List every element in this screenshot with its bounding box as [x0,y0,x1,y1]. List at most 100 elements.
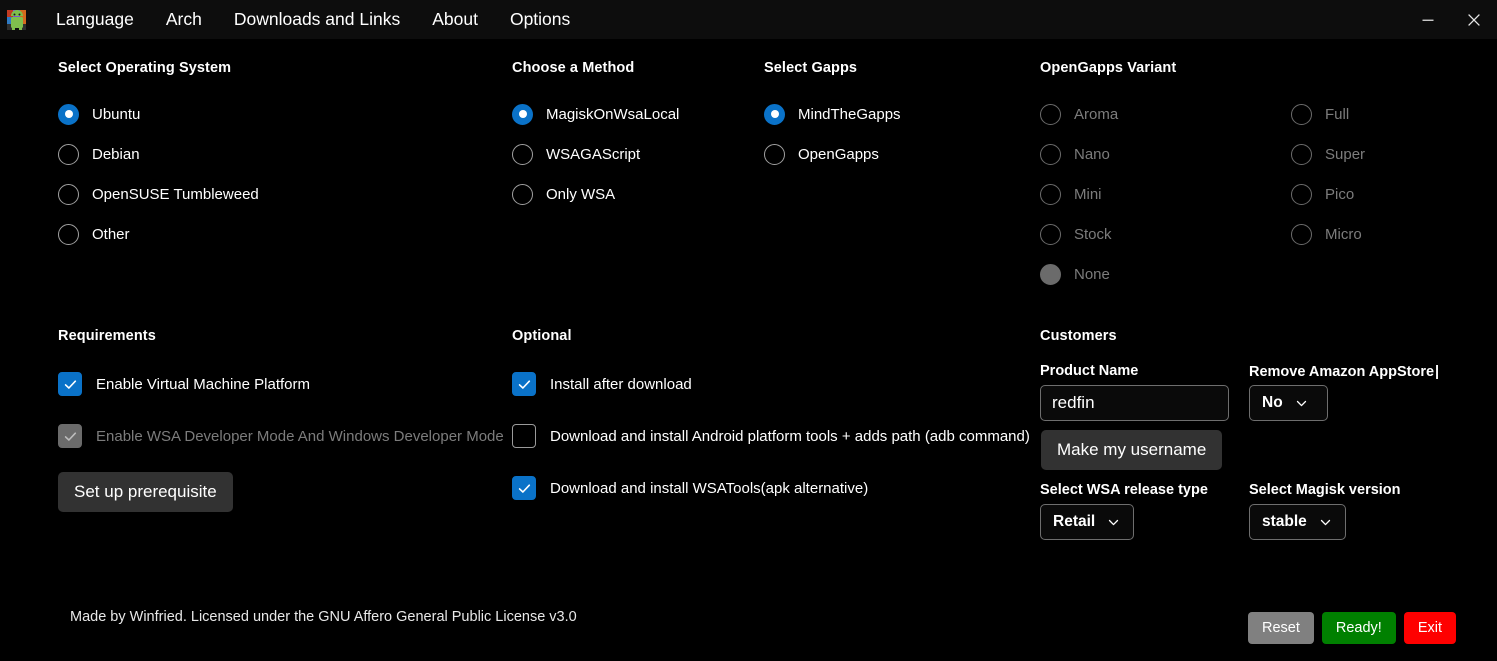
radio-icon-micro [1291,224,1312,245]
radio-icon-mindthegapps [764,104,785,125]
radio-icon-none [1040,264,1061,285]
close-icon [1467,13,1481,27]
radio-option-mini[interactable]: Mini [1040,180,1280,208]
checkbox-icon-enable-virtual-machine-platform [58,372,82,396]
checkbox-label-enable-wsa-developer-mode: Enable WSA Developer Mode And Windows De… [96,428,504,445]
operating-system-title: Select Operating System [58,60,488,76]
operating-system-options: Ubuntu Debian OpenSUSE Tumbleweed Other [58,100,488,248]
radio-label-super: Super [1325,146,1365,163]
radio-icon-debian [58,144,79,165]
menu-item-downloads-and-links[interactable]: Downloads and Links [218,0,416,39]
exit-button[interactable]: Exit [1404,612,1456,644]
product-name-input[interactable] [1040,385,1229,421]
ready-button[interactable]: Ready! [1322,612,1396,644]
radio-option-opensuse-tumbleweed[interactable]: OpenSUSE Tumbleweed [58,180,488,208]
remove-amazon-appstore-label: Remove Amazon AppStore [1249,364,1434,380]
section-optional: Optional Install after download Download… [512,328,1012,500]
menu-item-options[interactable]: Options [494,0,586,39]
radio-option-ubuntu[interactable]: Ubuntu [58,100,488,128]
menu-item-arch[interactable]: Arch [150,0,218,39]
checkbox-label-android-platform-tools: Download and install Android platform to… [550,428,1030,445]
reset-button[interactable]: Reset [1248,612,1314,644]
footer-action-buttons: Reset Ready! Exit [1248,612,1456,644]
checkbox-row-android-platform-tools[interactable]: Download and install Android platform to… [512,424,1012,448]
minimize-button[interactable] [1405,0,1451,39]
checkbox-row-install-after-download[interactable]: Install after download [512,372,1012,396]
method-title: Choose a Method [512,60,752,76]
checkbox-row-enable-wsa-developer-mode[interactable]: Enable WSA Developer Mode And Windows De… [58,424,518,448]
wsa-release-type-label: Select WSA release type [1040,482,1208,498]
radio-option-other[interactable]: Other [58,220,488,248]
radio-option-aroma[interactable]: Aroma [1040,100,1280,128]
product-name-label: Product Name [1040,363,1138,379]
wsa-installer-window: Language Arch Downloads and Links About … [0,0,1497,661]
radio-label-magiskonwsalocal: MagiskOnWsaLocal [546,106,679,123]
magisk-version-label: Select Magisk version [1249,482,1401,498]
section-opengapps-variant: OpenGapps Variant Aroma Nano Mini [1040,60,1480,300]
requirements-checkboxes: Enable Virtual Machine Platform Enable W… [58,372,518,448]
radio-icon-other [58,224,79,245]
checkbox-label-install-after-download: Install after download [550,376,692,393]
radio-option-wsagascript[interactable]: WSAGAScript [512,140,752,168]
wsa-release-type-dropdown[interactable]: Retail [1040,504,1134,540]
radio-option-none[interactable]: None [1040,260,1280,288]
checkbox-icon-wsatools [512,476,536,500]
opengapps-variant-title: OpenGapps Variant [1040,60,1480,76]
wsa-release-type-value: Retail [1053,513,1095,531]
radio-icon-opensuse-tumbleweed [58,184,79,205]
radio-icon-super [1291,144,1312,165]
menu-item-language[interactable]: Language [40,0,150,39]
opengapps-variant-options: Aroma Nano Mini Stock [1040,100,1480,300]
checkbox-icon-android-platform-tools [512,424,536,448]
section-gapps: Select Gapps MindTheGapps OpenGapps [764,60,1004,180]
radio-option-magiskonwsalocal[interactable]: MagiskOnWsaLocal [512,100,752,128]
radio-option-pico[interactable]: Pico [1291,180,1481,208]
chevron-down-icon [1295,397,1308,410]
gapps-options: MindTheGapps OpenGapps [764,100,1004,168]
radio-option-micro[interactable]: Micro [1291,220,1481,248]
chevron-down-icon [1107,516,1120,529]
magisk-version-dropdown[interactable]: stable [1249,504,1346,540]
remove-amazon-appstore-dropdown[interactable]: No [1249,385,1328,421]
menu-item-about[interactable]: About [416,0,494,39]
radio-icon-nano [1040,144,1061,165]
radio-label-ubuntu: Ubuntu [92,106,140,123]
radio-icon-stock [1040,224,1061,245]
radio-option-stock[interactable]: Stock [1040,220,1280,248]
radio-option-nano[interactable]: Nano [1040,140,1280,168]
radio-label-opengapps: OpenGapps [798,146,879,163]
remove-amazon-appstore-label-clipped: | [1435,364,1439,380]
radio-option-opengapps[interactable]: OpenGapps [764,140,1004,168]
radio-label-none: None [1074,266,1110,283]
section-requirements: Requirements Enable Virtual Machine Plat… [58,328,518,512]
radio-icon-magiskonwsalocal [512,104,533,125]
radio-option-super[interactable]: Super [1291,140,1481,168]
radio-option-full[interactable]: Full [1291,100,1481,128]
main-content: Select Operating System Ubuntu Debian Op… [0,39,1497,661]
minimize-icon [1421,13,1435,27]
close-button[interactable] [1451,0,1497,39]
menu-bar: Language Arch Downloads and Links About … [40,0,586,39]
checkbox-icon-enable-wsa-developer-mode [58,424,82,448]
radio-label-only-wsa: Only WSA [546,186,615,203]
radio-label-aroma: Aroma [1074,106,1118,123]
android-robot-icon [6,9,28,31]
opengapps-variant-column-left: Aroma Nano Mini Stock [1040,100,1280,300]
gapps-title: Select Gapps [764,60,1004,76]
radio-option-debian[interactable]: Debian [58,140,488,168]
radio-icon-wsagascript [512,144,533,165]
make-my-username-button[interactable]: Make my username [1041,430,1222,470]
radio-label-pico: Pico [1325,186,1354,203]
checkbox-label-wsatools: Download and install WSATools(apk altern… [550,480,868,497]
checkbox-row-enable-virtual-machine-platform[interactable]: Enable Virtual Machine Platform [58,372,518,396]
method-options: MagiskOnWsaLocal WSAGAScript Only WSA [512,100,752,208]
checkbox-row-wsatools[interactable]: Download and install WSATools(apk altern… [512,476,1012,500]
radio-label-opensuse-tumbleweed: OpenSUSE Tumbleweed [92,186,259,203]
radio-option-mindthegapps[interactable]: MindTheGapps [764,100,1004,128]
customers-title: Customers [1040,328,1490,344]
license-text: Made by Winfried. Licensed under the GNU… [70,609,577,625]
radio-option-only-wsa[interactable]: Only WSA [512,180,752,208]
optional-title: Optional [512,328,1012,344]
magisk-version-value: stable [1262,513,1307,531]
set-up-prerequisite-button[interactable]: Set up prerequisite [58,472,233,512]
